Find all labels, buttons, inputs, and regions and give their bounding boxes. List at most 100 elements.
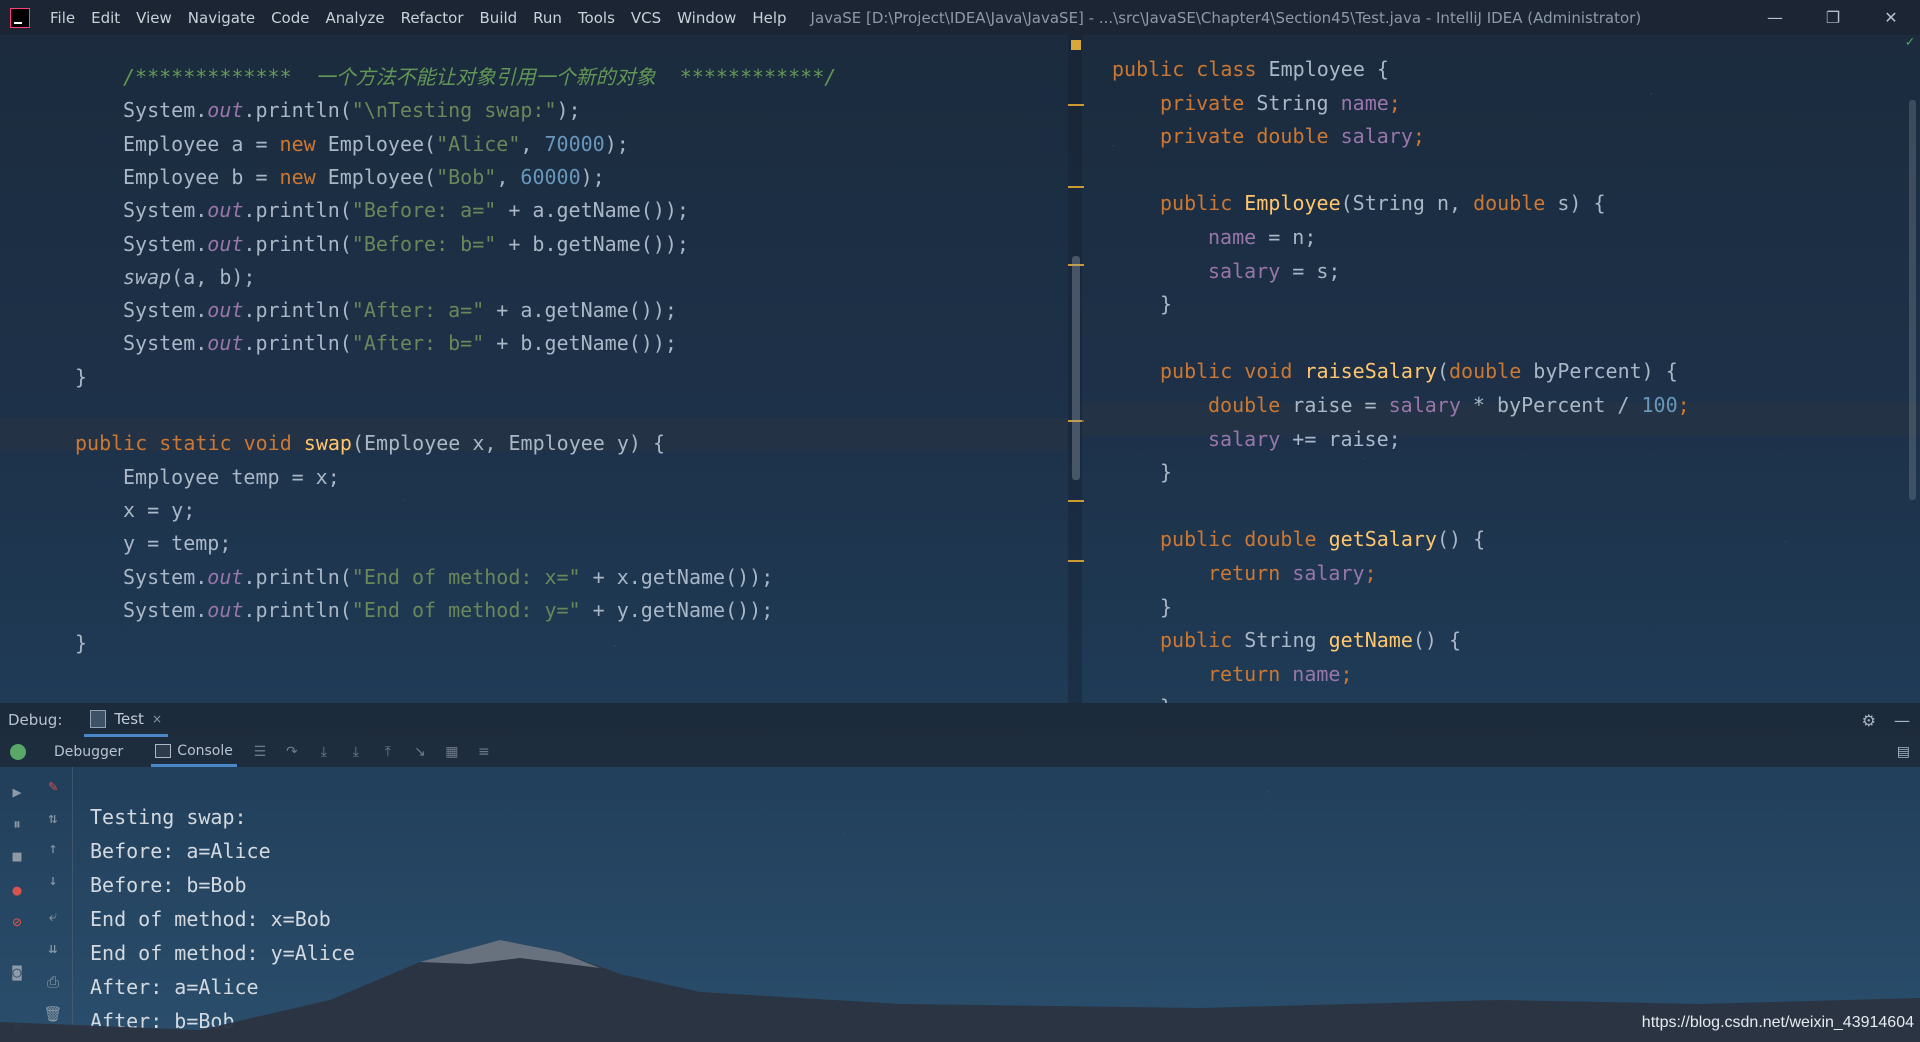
code-line: private String name; [1160,87,1401,120]
menu-window[interactable]: Window [669,9,744,27]
menu-run[interactable]: Run [525,9,570,27]
code-token: + y.getName()); [580,597,774,622]
menu-help[interactable]: Help [744,9,794,27]
step-into-icon[interactable]: ⤓ [315,743,333,761]
code-line: salary += raise; [1208,423,1401,456]
force-step-into-icon[interactable]: ⤓ [347,743,365,761]
code-token: public double [1160,527,1329,552]
code-token: String [1256,90,1341,115]
code-token: .println( [243,231,352,256]
code-line: name = n; [1208,221,1316,254]
restore-icon[interactable]: ❐ [1804,0,1862,35]
debug-tool-window-header: Debug: Test × ⚙ — [0,703,1920,737]
up-arrow-icon[interactable]: ↑ [42,837,64,859]
menu-vcs[interactable]: VCS [623,9,669,27]
close-tab-icon[interactable]: × [152,712,162,726]
evaluate-expression-icon[interactable]: ▦ [443,743,461,761]
code-token: , [520,131,545,156]
code-token: ; [1677,393,1690,417]
code-token: getName [1328,628,1413,653]
code-token: raise = [1292,393,1389,417]
run-config-icon [90,709,107,728]
menu-code[interactable]: Code [263,9,317,27]
view-breakpoints-icon[interactable]: ● [6,879,28,901]
console-output[interactable]: Testing swap: Before: a=Alice Before: b=Bo… [90,800,355,1038]
code-token: "End of method: y=" [351,597,581,622]
clear-icon[interactable]: ✎ [42,775,64,797]
debug-side-toolbar: ▶ ⏸ ■ ● ⊘ ◙ » ✎ ⇅ ↑ ↓ ⤶ ⇊ ⎙ 🗑 [0,767,73,1042]
code-token: () { [1412,628,1462,653]
code-line: } [75,361,87,394]
pause-icon[interactable]: ⏸ [6,813,28,835]
code-token: new [279,164,316,189]
sort-icon[interactable]: ⇅ [42,807,64,829]
menu-view[interactable]: View [128,9,180,27]
code-line: System.out.println("End of method: x=" +… [123,561,773,594]
code-token: private [1160,90,1257,115]
debug-toolbar: Debugger Console ☰ ↷ ⤓ ⤓ ⤒ ↘ ▦ ≡ ▤ [0,737,1920,767]
step-over-icon[interactable]: ↷ [283,743,301,761]
code-token: (Employee x, Employee y) { [351,431,666,456]
editor-employee-java[interactable]: public class Employee {private String na… [1082,35,1920,703]
code-token: * byPercent / [1460,393,1642,417]
settings-icon[interactable]: » [6,1015,28,1037]
left-editor-scrollbar[interactable] [1072,256,1080,480]
print-icon[interactable]: ⎙ [42,971,64,993]
down-arrow-icon[interactable]: ↓ [42,869,64,891]
menu-tools[interactable]: Tools [570,9,623,27]
gear-icon[interactable]: ⚙ [1862,711,1876,730]
code-token: String [1244,628,1329,653]
debug-header-actions: ⚙ — [1862,703,1910,737]
code-line: } [75,627,87,660]
code-line: public class Employee { [1112,53,1389,86]
menu-analyze[interactable]: Analyze [317,9,392,27]
main-menu: File Edit View Navigate Code Analyze Refactor B… [42,9,795,27]
soft-wrap-icon[interactable]: ⤶ [42,905,64,927]
code-token: = n; [1256,225,1317,249]
close-icon[interactable]: ✕ [1862,0,1920,35]
code-token: out [207,564,244,589]
code-token: out [207,597,244,622]
code-token: "\nTesting swap:" [351,98,557,123]
code-token: + b.getName()); [484,331,677,356]
run-to-cursor-icon[interactable]: ↘ [411,743,429,761]
layout-settings-icon[interactable]: ▤ [1897,744,1910,760]
right-editor-scrollbar[interactable] [1909,100,1916,500]
code-line: System.out.println("End of method: y=" +… [123,594,773,627]
minimize-icon[interactable]: — [1746,0,1804,35]
code-token: ); [604,131,629,156]
code-token: public class [1112,57,1269,81]
code-token: (a, b); [171,264,256,289]
trash-icon[interactable]: 🗑 [42,1003,64,1025]
menu-edit[interactable]: Edit [83,9,128,27]
menu-build[interactable]: Build [472,9,526,27]
console-line: Before: a=Alice [90,839,271,863]
debug-session-tab[interactable]: Test × [84,703,168,737]
code-line: return salary; [1208,557,1377,590]
code-token: return [1208,661,1293,686]
code-token: ); [556,98,581,123]
hide-panel-icon[interactable]: — [1894,711,1910,730]
code-token: .println( [243,331,352,356]
show-execution-point-icon[interactable]: ☰ [251,743,269,761]
step-out-icon[interactable]: ⤒ [379,743,397,761]
code-token: getSalary [1328,527,1437,552]
code-line: System.out.println("After: b=" + b.getNa… [123,327,677,360]
menu-file[interactable]: File [42,9,83,27]
console-line: After: a=Alice [90,975,259,999]
stop-icon[interactable]: ■ [6,845,28,867]
mute-breakpoints-icon[interactable]: ⊘ [6,911,28,933]
code-line: } [1160,691,1172,703]
trace-icon[interactable]: ≡ [475,743,493,761]
code-token: byPercent) { [1533,359,1678,384]
menu-navigate[interactable]: Navigate [180,9,263,27]
resume-icon[interactable]: ▶ [6,781,28,803]
tab-console[interactable]: Console [151,737,237,767]
camera-icon[interactable]: ◙ [6,961,28,983]
warning-marker-icon[interactable] [1071,40,1081,50]
menu-refactor[interactable]: Refactor [393,9,472,27]
tab-debugger[interactable]: Debugger [50,737,127,767]
code-line: public void raiseSalary(double byPercent… [1160,355,1678,388]
editor-test-java[interactable]: /************* 一个方法不能让对象引用一个新的对象 *******… [0,35,1068,703]
scroll-to-end-icon[interactable]: ⇊ [42,937,64,959]
